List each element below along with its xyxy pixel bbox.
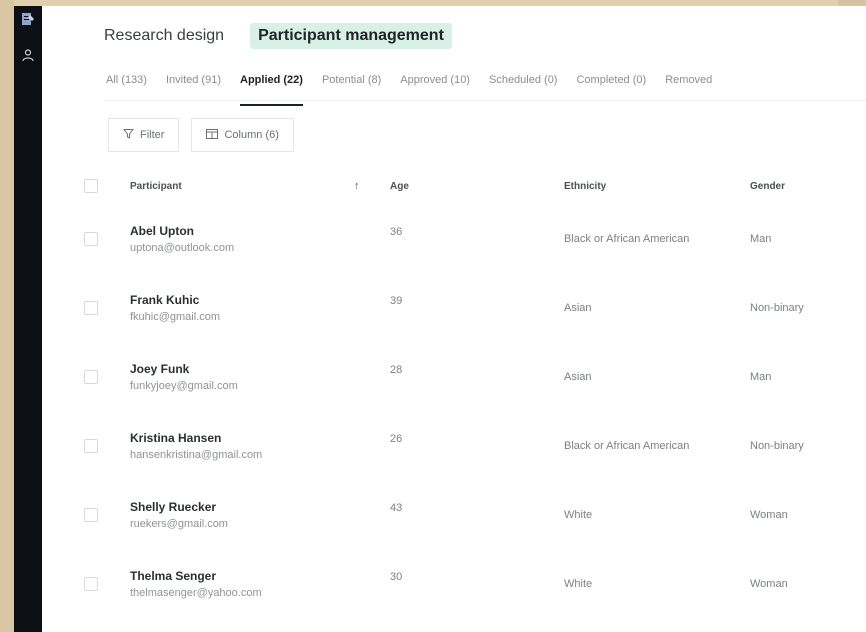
table-header: Participant ↑ Age Ethnicity Gender	[84, 168, 866, 204]
document-edit-icon[interactable]	[19, 10, 37, 28]
participant-age: 39	[390, 295, 403, 307]
tab-completed[interactable]: Completed (0)	[576, 70, 646, 98]
participant-gender: Man	[750, 370, 772, 383]
participant-gender: Man	[750, 232, 772, 245]
table-row[interactable]: Frank Kuhic fkuhic@gmail.com 39 Asian No…	[84, 273, 866, 342]
app-window: Research design Participant management A…	[14, 6, 866, 632]
tab-potential[interactable]: Potential (8)	[322, 70, 381, 98]
participant-age: 26	[390, 433, 403, 445]
row-checkbox[interactable]	[84, 232, 98, 246]
participant-gender: Woman	[750, 508, 788, 521]
header-gender[interactable]: Gender	[750, 168, 785, 204]
filter-button[interactable]: Filter	[108, 118, 180, 152]
participant-gender: Non-binary	[750, 439, 804, 452]
table-row[interactable]: Abel Upton uptona@outlook.com 36 Black o…	[84, 204, 866, 273]
tab-applied[interactable]: Applied (22)	[240, 70, 303, 106]
tab-approved[interactable]: Approved (10)	[400, 70, 470, 98]
status-tabs: All (133) Invited (91) Applied (22) Pote…	[106, 70, 731, 106]
sidebar-rail	[14, 6, 42, 632]
participant-name: Joey Funk	[130, 361, 190, 376]
participant-email: fkuhic@gmail.com	[130, 310, 221, 323]
participant-gender: Non-binary	[750, 301, 804, 314]
participant-age: 36	[390, 226, 403, 238]
nav-participant-management[interactable]: Participant management	[250, 23, 452, 49]
tab-scheduled[interactable]: Scheduled (0)	[489, 70, 558, 98]
row-checkbox[interactable]	[84, 508, 98, 522]
header-participant[interactable]: Participant	[130, 168, 182, 204]
participant-name: Frank Kuhic	[130, 292, 200, 307]
participant-email: hansenkristina@gmail.com	[130, 448, 263, 461]
tab-removed[interactable]: Removed	[665, 70, 712, 98]
participant-name: Shelly Ruecker	[130, 499, 217, 514]
tabs-divider	[104, 100, 866, 101]
participant-ethnicity: Black or African American	[564, 439, 690, 452]
participant-age: 30	[390, 571, 403, 583]
participant-email: uptona@outlook.com	[130, 241, 235, 254]
participant-age: 28	[390, 364, 403, 376]
participant-email: ruekers@gmail.com	[130, 517, 228, 530]
participant-name: Kristina Hansen	[130, 430, 222, 445]
participant-ethnicity: White	[564, 577, 593, 590]
row-checkbox[interactable]	[84, 577, 98, 591]
table-row[interactable]: Kristina Hansen hansenkristina@gmail.com…	[84, 411, 866, 480]
row-checkbox[interactable]	[84, 439, 98, 453]
tab-all[interactable]: All (133)	[106, 70, 147, 98]
participant-gender: Woman	[750, 577, 788, 590]
row-checkbox[interactable]	[84, 370, 98, 384]
participants-table: Participant ↑ Age Ethnicity Gender Abel …	[84, 168, 866, 618]
header-age[interactable]: Age	[390, 168, 409, 204]
table-row[interactable]: Joey Funk funkyjoey@gmail.com 28 Asian M…	[84, 342, 866, 411]
select-all-checkbox[interactable]	[84, 179, 98, 193]
participant-ethnicity: Black or African American	[564, 232, 690, 245]
participant-name: Abel Upton	[130, 223, 194, 238]
participant-ethnicity: Asian	[564, 301, 592, 314]
participant-email: funkyjoey@gmail.com	[130, 379, 238, 392]
filter-icon	[122, 128, 135, 142]
participant-name: Thelma Senger	[130, 568, 217, 583]
table-toolbar: Filter Column (6)	[108, 118, 294, 152]
filter-label: Filter	[140, 129, 165, 141]
participant-age: 43	[390, 502, 403, 514]
main-content: Research design Participant management A…	[42, 6, 866, 632]
nav-research-design[interactable]: Research design	[104, 27, 224, 45]
columns-icon	[206, 128, 219, 142]
participant-ethnicity: White	[564, 508, 593, 521]
column-label: Column (6)	[224, 129, 279, 141]
table-row[interactable]: Thelma Senger thelmasenger@yahoo.com 30 …	[84, 549, 866, 618]
table-row[interactable]: Shelly Ruecker ruekers@gmail.com 43 Whit…	[84, 480, 866, 549]
backdrop-left	[0, 0, 14, 632]
column-button[interactable]: Column (6)	[191, 118, 294, 152]
participant-email: thelmasenger@yahoo.com	[130, 586, 262, 599]
top-nav: Research design Participant management	[104, 22, 452, 50]
row-checkbox[interactable]	[84, 301, 98, 315]
tab-invited[interactable]: Invited (91)	[166, 70, 221, 98]
header-ethnicity[interactable]: Ethnicity	[564, 168, 606, 204]
arrow-up-icon[interactable]: ↑	[354, 180, 360, 192]
participant-ethnicity: Asian	[564, 370, 592, 383]
user-icon[interactable]	[19, 46, 37, 64]
